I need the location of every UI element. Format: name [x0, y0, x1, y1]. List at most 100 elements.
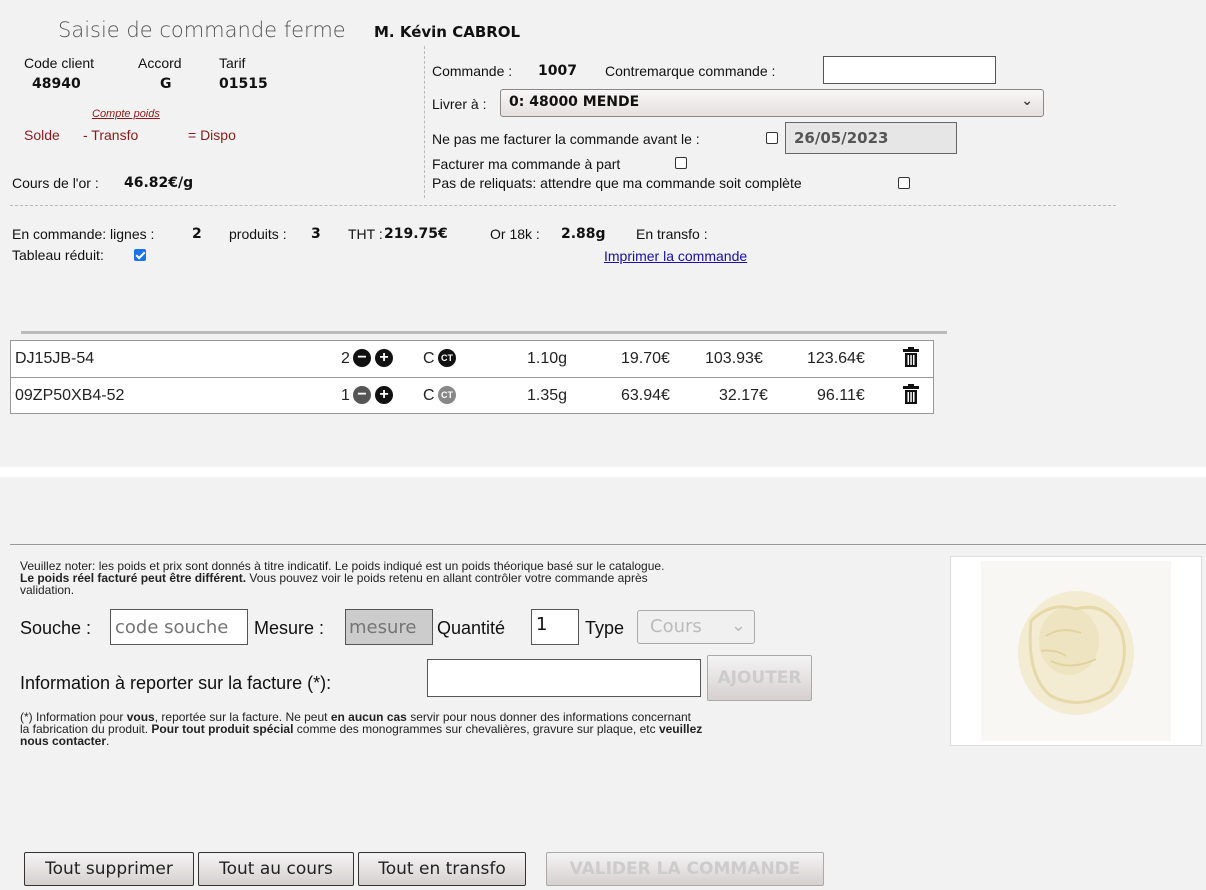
type-label: Type [585, 618, 625, 638]
line-total: 96.11€ [817, 387, 865, 404]
minus-icon[interactable]: − [353, 349, 371, 367]
line-ref: 09ZP50XB4-52 [15, 387, 125, 404]
tarif-label: Tarif [219, 55, 246, 71]
or-label: Or 18k : [490, 226, 540, 242]
line-total: 123.64€ [807, 350, 865, 367]
invoice-footnote: (*) Information pour vous, reportée sur … [20, 711, 702, 747]
no-backorder-checkbox[interactable] [898, 177, 910, 189]
ct-toggle-icon[interactable]: CT [438, 386, 456, 404]
product-photo [981, 561, 1171, 741]
note-rest: Vous pouvez voir le poids retenu en alla… [246, 571, 648, 585]
livrer-select[interactable]: 0: 48000 MENDE ⌄ [500, 89, 1044, 117]
table-top-border [21, 331, 947, 334]
transfo-label: - Transfo [83, 127, 139, 143]
note-line-2: Le poids réel facturé peut être différen… [20, 572, 664, 584]
line-weight: 1.35g [527, 387, 568, 404]
commande-label: Commande : [432, 63, 513, 79]
weight-note: Veuillez noter: les poids et prix sont d… [20, 560, 664, 596]
lignes-value: 2 [192, 226, 202, 242]
chevron-down-icon: ⌄ [730, 615, 746, 636]
line-qty: 1 [341, 387, 350, 404]
mesure-label: Mesure : [254, 618, 325, 638]
trash-icon[interactable] [903, 384, 919, 404]
line-price-2: 103.93€ [705, 350, 763, 367]
all-cours-button[interactable]: Tout au cours [198, 852, 354, 886]
footnote-part: comme des monogrammes sur chevalières, g… [293, 722, 659, 736]
type-select[interactable]: Cours ⌄ [637, 610, 755, 644]
ct-toggle-icon[interactable]: CT [438, 349, 456, 367]
tableau-reduit-label: Tableau réduit: [12, 247, 104, 263]
print-order-link[interactable]: Imprimer la commande [604, 248, 747, 264]
line-price-2: 32.17€ [719, 387, 768, 404]
quantite-label: Quantité [437, 618, 506, 638]
compte-poids-link[interactable]: Compte poids [92, 108, 160, 120]
tarif-value: 01515 [219, 76, 268, 92]
line-price-1: 19.70€ [621, 350, 670, 367]
mesure-input[interactable] [345, 609, 433, 645]
table-row: 09ZP50XB4-52 1 − + C CT 1.35g 63.94€ 32.… [11, 378, 933, 414]
dispo-label: = Dispo [188, 127, 236, 143]
footnote-line-2: la fabrication du produit. Pour tout pro… [20, 723, 702, 735]
souche-input[interactable] [110, 609, 248, 645]
separate-invoice-label: Facturer ma commande à part [432, 156, 621, 172]
delete-all-button[interactable]: Tout supprimer [24, 852, 194, 886]
invoice-date-field[interactable]: 26/05/2023 [785, 122, 957, 154]
lignes-label: En commande: lignes : [12, 226, 155, 242]
line-type: C [423, 350, 435, 367]
code-client-value: 48940 [32, 76, 81, 92]
footnote-bold: Pour tout produit spécial [151, 722, 294, 736]
plus-icon[interactable]: + [375, 349, 393, 367]
produits-value: 3 [311, 226, 321, 242]
accord-label: Accord [138, 55, 182, 71]
trash-icon[interactable] [903, 347, 919, 367]
no-backorder-label: Pas de reliquats: attendre que ma comman… [432, 175, 802, 191]
contremarque-label: Contremarque commande : [605, 63, 776, 79]
en-transfo-label: En transfo : [636, 226, 708, 242]
cours-label: Cours de l'or : [12, 175, 99, 191]
section-divider [10, 544, 1206, 545]
client-name: M. Kévin CABROL [374, 23, 521, 41]
cours-value: 46.82€/g [124, 175, 194, 191]
footnote-bold: veuillez [658, 722, 703, 736]
contremarque-input[interactable] [823, 56, 996, 84]
table-row: DJ15JB-54 2 − + C CT 1.10g 19.70€ 103.93… [11, 341, 933, 378]
no-invoice-before-label: Ne pas me facturer la commande avant le … [432, 131, 700, 147]
quantite-input[interactable]: 1 [531, 609, 579, 645]
chevron-down-icon: ⌄ [1021, 93, 1033, 109]
accord-value: G [160, 76, 172, 92]
minus-icon[interactable]: − [353, 386, 371, 404]
separate-invoice-checkbox[interactable] [675, 157, 687, 169]
page-title: Saisie de commande ferme [58, 18, 346, 42]
all-transfo-button[interactable]: Tout en transfo [358, 852, 526, 886]
vertical-divider [424, 46, 425, 198]
add-button[interactable]: AJOUTER [707, 655, 812, 701]
line-ref: DJ15JB-54 [15, 350, 95, 367]
horizontal-divider [10, 205, 1116, 206]
validate-order-button[interactable]: VALIDER LA COMMANDE [546, 852, 824, 886]
line-qty: 2 [341, 350, 350, 367]
info-label: Information à reporter sur la facture (*… [20, 673, 332, 693]
footnote-bold: nous contacter [20, 734, 107, 748]
footnote-part: . [106, 734, 110, 748]
souche-label: Souche : [20, 618, 92, 638]
livrer-label: Livrer à : [432, 96, 487, 112]
type-selected-value: Cours [650, 616, 702, 637]
lion-pendant-icon [1018, 591, 1134, 715]
tht-value: 219.75€ [384, 226, 448, 242]
line-price-1: 63.94€ [621, 387, 670, 404]
line-type: C [423, 387, 435, 404]
tht-label: THT : [348, 226, 383, 242]
commande-value: 1007 [538, 63, 577, 79]
line-weight: 1.10g [527, 350, 568, 367]
order-lines-table: DJ15JB-54 2 − + C CT 1.10g 19.70€ 103.93… [10, 340, 934, 414]
plus-icon[interactable]: + [375, 386, 393, 404]
livrer-selected-value: 0: 48000 MENDE [509, 94, 640, 110]
produits-label: produits : [229, 226, 287, 242]
info-input[interactable] [427, 659, 701, 697]
or-value: 2.88g [561, 226, 606, 242]
tableau-reduit-checkbox[interactable] [134, 249, 146, 261]
note-line-3: validation. [20, 583, 75, 597]
solde-label: Solde [24, 127, 60, 143]
footnote-line-3: nous contacter. [20, 735, 702, 747]
no-invoice-before-checkbox[interactable] [766, 132, 778, 144]
